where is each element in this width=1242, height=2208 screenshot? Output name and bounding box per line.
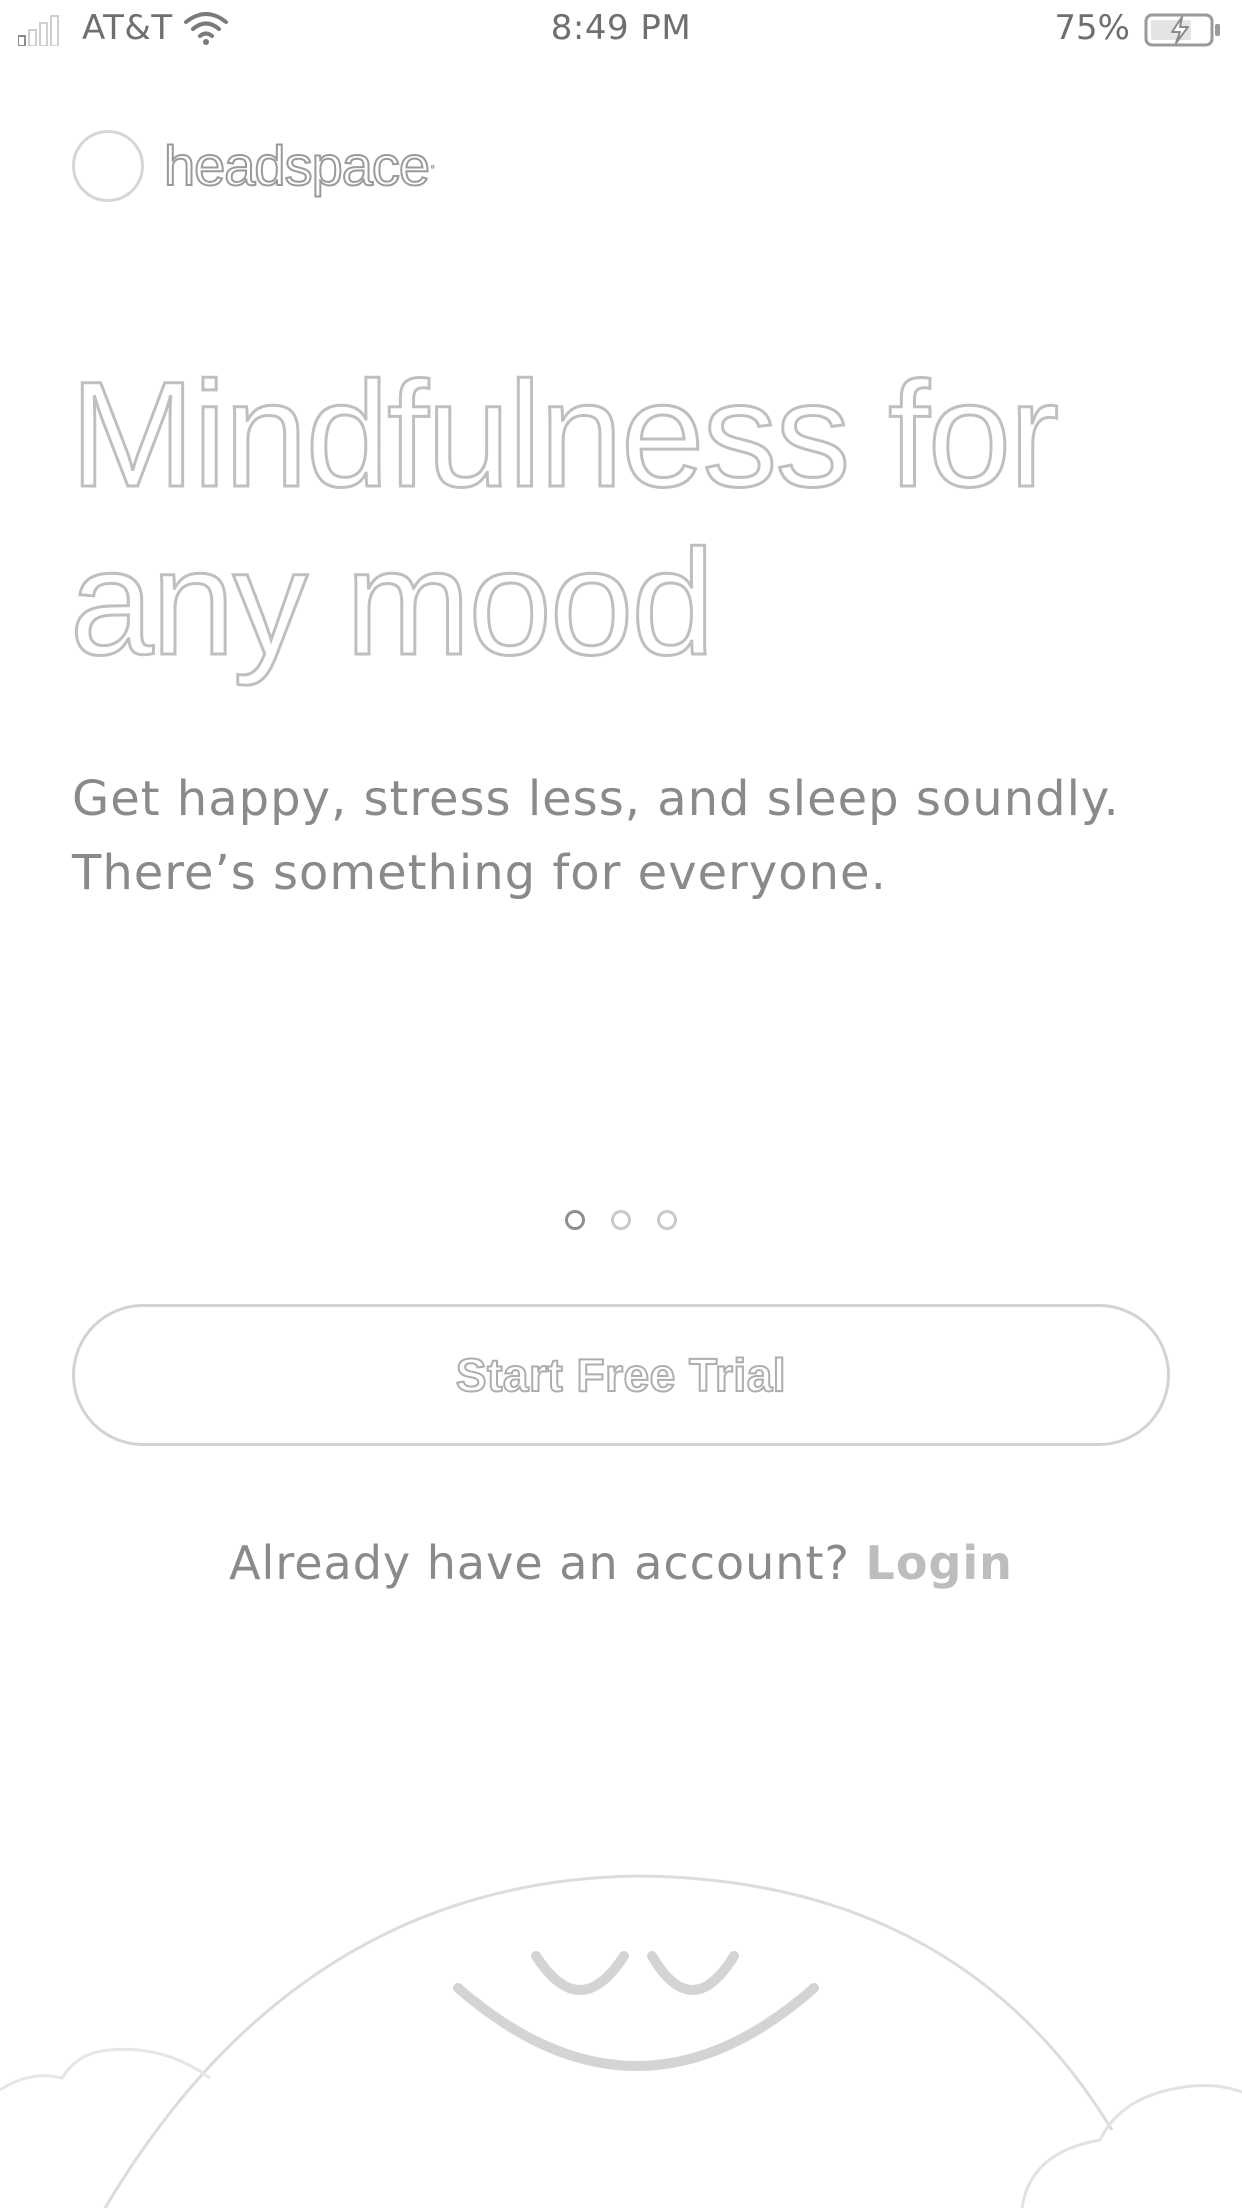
left-cloud [0, 2047, 211, 2092]
page-dot-2[interactable] [611, 1210, 631, 1230]
start-free-trial-button[interactable]: Start Free Trial [72, 1304, 1170, 1446]
character-smile [453, 1983, 819, 2071]
start-free-trial-label: Start Free Trial [455, 1348, 787, 1402]
headline-line-1: Mindfulness for [68, 349, 1060, 520]
subtitle-line-2: There’s something for everyone. [72, 845, 887, 901]
page-dot-1[interactable] [565, 1210, 585, 1230]
subtitle: Get happy, stress less, and sleep soundl… [72, 762, 1192, 910]
character-head-outline [103, 1874, 1114, 2208]
battery-percentage: 75% [1054, 8, 1130, 48]
login-row: Already have an account? Login [0, 1536, 1242, 1590]
right-cloud [1020, 2083, 1242, 2208]
headspace-logo-icon [72, 130, 144, 202]
page-indicator [0, 1210, 1242, 1234]
smiling-sun-illustration [0, 1874, 1242, 2208]
character-left-eye [531, 1951, 629, 1995]
login-prompt: Already have an account? [229, 1536, 850, 1590]
login-link[interactable]: Login [866, 1536, 1013, 1590]
battery-charging-icon [1144, 13, 1220, 47]
status-bar: AT&T 8:49 PM 75% [0, 0, 1242, 60]
headline-line-2: any mood [69, 517, 717, 688]
page-dot-3[interactable] [657, 1210, 677, 1230]
page-title: Mindfulness for any mood [68, 349, 1190, 688]
subtitle-line-1: Get happy, stress less, and sleep soundl… [72, 771, 1120, 827]
character-right-eye [647, 1951, 739, 1995]
brand-name: headspace [163, 133, 435, 198]
